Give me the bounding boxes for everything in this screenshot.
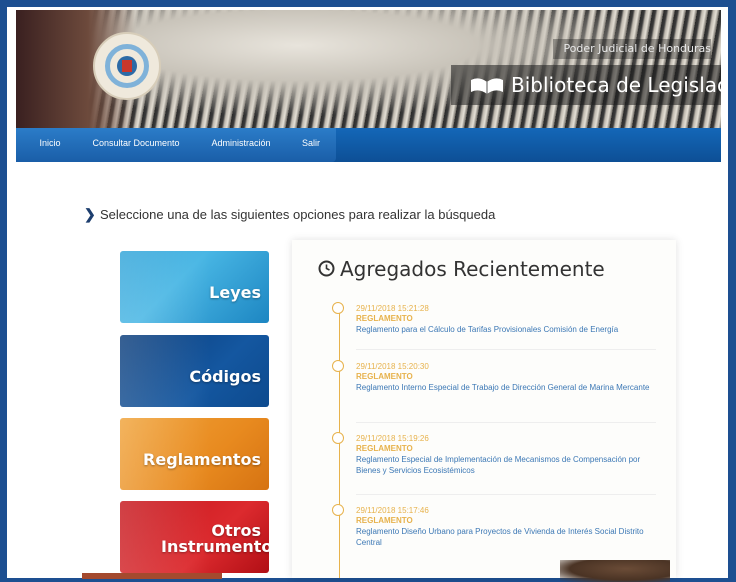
timeline-dot: [332, 432, 344, 444]
clock-icon: [318, 260, 335, 277]
tile-label: Códigos: [189, 367, 261, 386]
timeline-dot: [332, 302, 344, 314]
entry-divider: [356, 422, 656, 423]
recent-entry[interactable]: 29/11/2018 15:19:26 REGLAMENTO Reglament…: [332, 432, 661, 495]
entry-divider: [356, 349, 656, 350]
timeline-dot: [332, 504, 344, 516]
nav-item-inicio[interactable]: Inicio: [28, 128, 72, 162]
site-title-box: Biblioteca de Legislación: [451, 65, 721, 105]
tile-label: Reglamentos: [143, 450, 261, 469]
tile-codigos[interactable]: Códigos: [120, 335, 269, 407]
entry-type: REGLAMENTO: [356, 372, 413, 381]
decorative-hand: [560, 560, 670, 582]
entry-timestamp: 29/11/2018 15:20:30: [356, 362, 429, 371]
tile-label: Leyes: [209, 283, 261, 302]
recent-title: Agregados Recientemente: [340, 257, 605, 281]
entry-timestamp: 29/11/2018 15:21:28: [356, 304, 429, 313]
tile-label: Otros Instrumentos: [161, 521, 269, 556]
entry-title[interactable]: Reglamento Especial de Implementación de…: [356, 454, 661, 476]
timeline-dot: [332, 360, 344, 372]
entry-timestamp: 29/11/2018 15:19:26: [356, 434, 429, 443]
entry-timestamp: 29/11/2018 15:17:46: [356, 506, 429, 515]
chevron-right-icon: ❯: [84, 206, 96, 222]
tile-leyes[interactable]: Leyes: [120, 251, 269, 323]
logo-mark: [122, 60, 132, 72]
main-nav: Inicio Consultar Documento Administració…: [16, 128, 721, 162]
entry-divider: [356, 494, 656, 495]
search-prompt: ❯ Seleccione una de las siguientes opcion…: [84, 205, 495, 223]
nav-item-administracion[interactable]: Administración: [201, 128, 281, 162]
org-name: Poder Judicial de Honduras: [553, 39, 711, 59]
nav-item-salir[interactable]: Salir: [296, 128, 326, 162]
entry-type: REGLAMENTO: [356, 314, 413, 323]
site-title: Biblioteca de Legislación: [511, 73, 721, 97]
header-banner: Poder Judicial de Honduras Biblioteca de…: [16, 10, 721, 128]
tile-otros-instrumentos[interactable]: Otros Instrumentos: [120, 501, 269, 573]
recent-entry[interactable]: 29/11/2018 15:21:28 REGLAMENTO Reglament…: [332, 302, 661, 350]
open-book-icon: [471, 78, 503, 94]
recent-entry[interactable]: 29/11/2018 15:20:30 REGLAMENTO Reglament…: [332, 360, 661, 423]
entry-title[interactable]: Reglamento para el Cálculo de Tarifas Pr…: [356, 324, 661, 335]
tile-reglamentos[interactable]: Reglamentos: [120, 418, 269, 490]
entry-type: REGLAMENTO: [356, 444, 413, 453]
entry-type: REGLAMENTO: [356, 516, 413, 525]
recent-entry[interactable]: 29/11/2018 15:17:46 REGLAMENTO Reglament…: [332, 504, 661, 548]
search-prompt-text: Seleccione una de las siguientes opcione…: [100, 207, 496, 222]
entry-title[interactable]: Reglamento Interno Especial de Trabajo d…: [356, 382, 661, 393]
entry-title[interactable]: Reglamento Diseño Urbano para Proyectos …: [356, 526, 661, 548]
nav-item-consultar-documento[interactable]: Consultar Documento: [86, 128, 186, 162]
tile-deco: [120, 251, 210, 323]
recent-panel: Agregados Recientemente 29/11/2018 15:21…: [292, 240, 676, 578]
decorative-strip: [82, 573, 222, 579]
court-logo[interactable]: [93, 32, 161, 100]
